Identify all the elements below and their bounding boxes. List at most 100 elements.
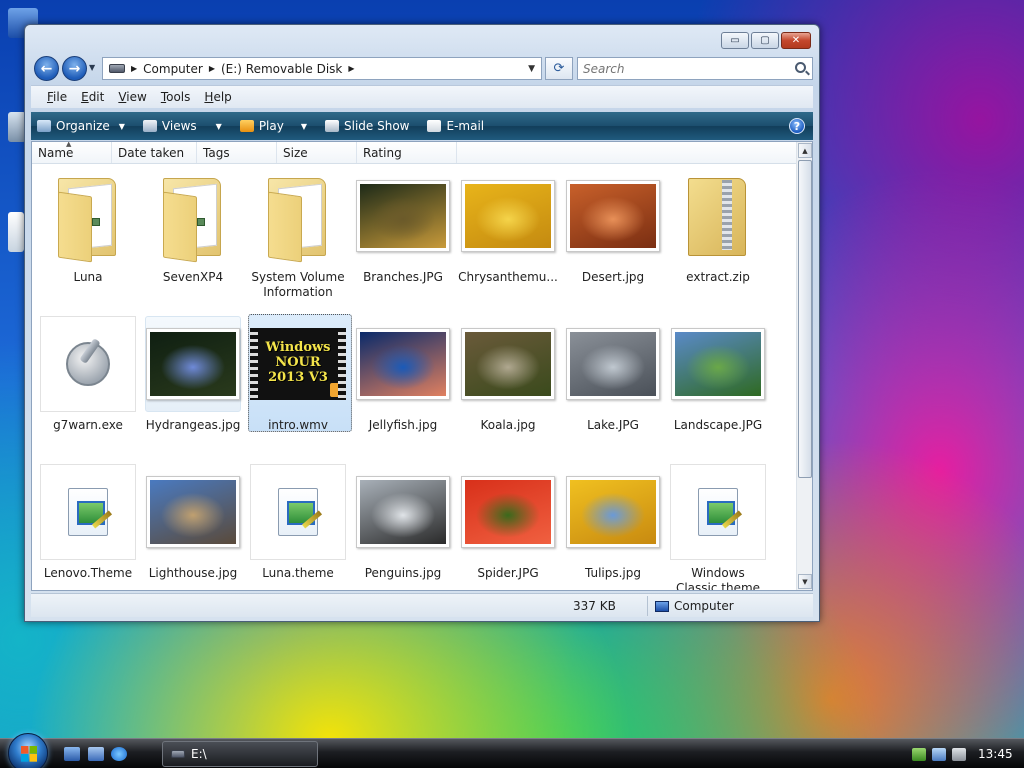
file-item[interactable]: System Volume Information: [248, 168, 348, 308]
taskbar-item-explorer[interactable]: E:\: [162, 741, 318, 767]
item-label: extract.zip: [686, 270, 750, 284]
clock[interactable]: 13:45: [978, 747, 1013, 761]
scroll-up-button[interactable]: ▲: [798, 143, 812, 158]
file-item[interactable]: Spider.JPG: [458, 464, 558, 590]
address-bar[interactable]: ▶ Computer ▶ (E:) Removable Disk ▶ ▼: [102, 57, 542, 80]
address-dropdown[interactable]: ▼: [528, 64, 535, 74]
menu-help[interactable]: Help: [204, 90, 231, 104]
menu-file[interactable]: File: [47, 90, 67, 104]
column-name[interactable]: Name ▲: [32, 142, 112, 163]
safely-remove-icon[interactable]: [912, 747, 926, 761]
photo-frame: [566, 328, 660, 400]
file-item[interactable]: Chrysanthemu...: [458, 168, 558, 308]
file-view: Name ▲ Date taken Tags Size Rating Luna Se…: [31, 141, 813, 591]
file-item[interactable]: Lighthouse.jpg: [143, 464, 243, 590]
views-label: Views: [161, 119, 197, 133]
item-label: Landscape.JPG: [673, 418, 763, 432]
menu-view[interactable]: View: [118, 90, 146, 104]
refresh-icon: ⟳: [553, 61, 565, 76]
scroll-down-button[interactable]: ▼: [798, 574, 812, 589]
photo-thumbnail: [675, 332, 761, 396]
status-location: Computer: [655, 599, 734, 613]
organize-button[interactable]: Organize ▼: [37, 119, 125, 133]
maximize-button[interactable]: ▢: [751, 32, 779, 49]
refresh-button[interactable]: ⟳: [545, 57, 573, 80]
slideshow-button[interactable]: Slide Show: [325, 119, 409, 133]
photo-frame: [566, 180, 660, 252]
breadcrumb-removable-disk[interactable]: (E:) Removable Disk: [221, 62, 342, 76]
vertical-scrollbar[interactable]: ▲ ▼: [796, 142, 812, 590]
volume-muted-icon[interactable]: [952, 747, 966, 761]
column-headers: Name ▲ Date taken Tags Size Rating: [32, 142, 798, 164]
close-button[interactable]: ✕: [781, 32, 811, 49]
file-item[interactable]: Landscape.JPG: [668, 316, 768, 456]
organize-icon: [37, 120, 51, 132]
file-item[interactable]: Penguins.jpg: [353, 464, 453, 590]
file-item[interactable]: Lake.JPG: [563, 316, 663, 456]
back-button[interactable]: ←: [34, 56, 59, 81]
file-item[interactable]: g7warn.exe: [38, 316, 138, 456]
file-item[interactable]: Lenovo.Theme: [38, 464, 138, 590]
minimize-button[interactable]: ▭: [721, 32, 749, 49]
item-thumbnail: [565, 168, 661, 264]
item-thumbnail: [250, 464, 346, 560]
photo-thumbnail: [465, 332, 551, 396]
item-label: Luna: [73, 270, 103, 284]
help-icon[interactable]: ?: [789, 118, 805, 134]
column-date-taken[interactable]: Date taken: [112, 142, 197, 163]
item-label: Hydrangeas.jpg: [145, 418, 241, 432]
search-input[interactable]: [583, 61, 783, 76]
file-item[interactable]: SevenXP4: [143, 168, 243, 308]
item-thumbnail: [355, 464, 451, 560]
item-thumbnail: [355, 316, 451, 412]
folder-icon: [159, 174, 227, 263]
theme-file-icon: [698, 488, 738, 536]
breadcrumb-separator[interactable]: ▶: [348, 64, 354, 73]
item-thumbnail: [40, 464, 136, 560]
file-item[interactable]: Desert.jpg: [563, 168, 663, 308]
breadcrumb-separator[interactable]: ▶: [131, 64, 137, 73]
item-label: Lenovo.Theme: [43, 566, 133, 580]
internet-explorer-icon[interactable]: [111, 747, 127, 761]
search-icon[interactable]: [795, 62, 806, 73]
scroll-thumb[interactable]: [798, 160, 812, 478]
file-item[interactable]: Windows Classic.theme: [668, 464, 768, 590]
column-size[interactable]: Size: [277, 142, 357, 163]
menu-tools[interactable]: Tools: [161, 90, 191, 104]
views-button[interactable]: Views ▼: [142, 119, 222, 133]
column-rating[interactable]: Rating: [357, 142, 457, 163]
item-thumbnail: [670, 168, 766, 264]
play-button[interactable]: Play ▼: [239, 119, 307, 133]
file-item[interactable]: Hydrangeas.jpg: [143, 316, 243, 456]
desktop-file-icon[interactable]: [8, 212, 24, 252]
file-item[interactable]: Jellyfish.jpg: [353, 316, 453, 456]
show-desktop-icon[interactable]: [64, 747, 80, 761]
item-label: Luna.theme: [262, 566, 334, 580]
file-item[interactable]: Luna.theme: [248, 464, 348, 590]
recent-pages-dropdown[interactable]: ▼: [89, 63, 95, 72]
views-icon: [142, 120, 157, 132]
file-item[interactable]: Luna: [38, 168, 138, 308]
file-item[interactable]: extract.zip: [668, 168, 768, 308]
network-icon[interactable]: [932, 747, 946, 761]
item-label: Chrysanthemu...: [458, 270, 558, 284]
forward-button[interactable]: →: [62, 56, 87, 81]
start-button[interactable]: [8, 733, 48, 768]
switch-windows-icon[interactable]: [88, 747, 104, 761]
file-item[interactable]: Tulips.jpg: [563, 464, 663, 590]
item-thumbnail: [145, 316, 241, 412]
menu-edit[interactable]: Edit: [81, 90, 104, 104]
file-item[interactable]: Koala.jpg: [458, 316, 558, 456]
email-button[interactable]: E-mail: [427, 119, 484, 133]
photo-thumbnail: [150, 480, 236, 544]
column-tags[interactable]: Tags: [197, 142, 277, 163]
file-item[interactable]: Branches.JPG: [353, 168, 453, 308]
item-thumbnail: [250, 168, 346, 264]
breadcrumb-computer[interactable]: Computer: [143, 62, 203, 76]
file-item[interactable]: Windows NOUR 2013 V3 intro.wmv: [248, 314, 352, 456]
item-thumbnail: [670, 316, 766, 412]
breadcrumb-separator[interactable]: ▶: [209, 64, 215, 73]
photo-frame: [356, 328, 450, 400]
zip-folder-icon: [684, 174, 752, 258]
item-label: intro.wmv: [268, 418, 328, 432]
